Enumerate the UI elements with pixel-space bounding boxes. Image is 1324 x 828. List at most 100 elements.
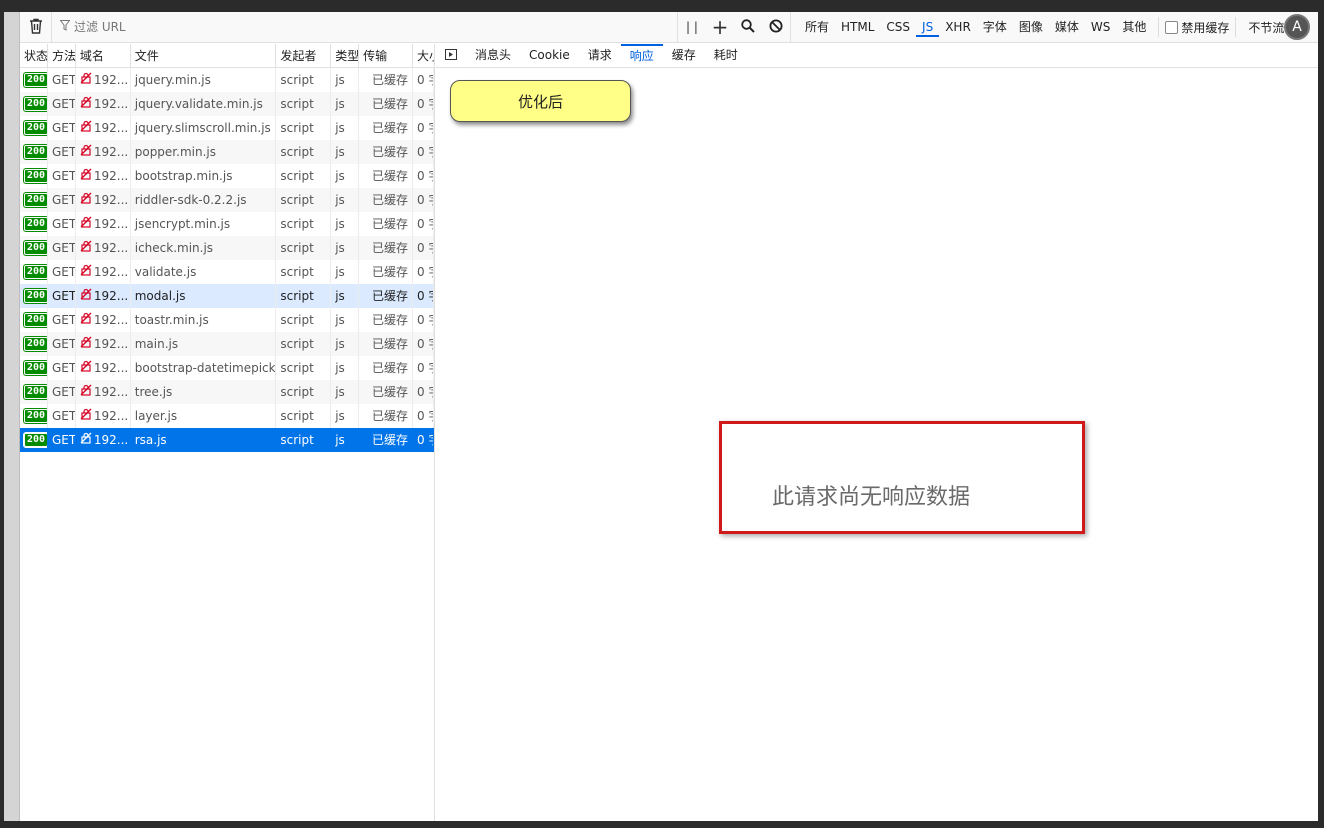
url-filter-input[interactable] [74,20,634,34]
method-cell: GET [48,164,76,188]
table-row[interactable]: 200 GET 192... jsencrypt.min.js script js 已缓存 0… [20,212,434,236]
file-cell: rsa.js [131,428,277,452]
table-row[interactable]: 200 GET 192... jquery.slimscroll.min.js scri… [20,116,434,140]
table-row[interactable]: 200GET 192...layer.jsscriptjs已缓存0 字节 [20,404,434,428]
detail-tab[interactable]: 响应 [620,44,663,67]
type-filter-button[interactable]: 字体 [977,17,1013,37]
detail-tab[interactable]: 耗时 [705,44,747,67]
block-button[interactable] [762,12,790,43]
transferred-cell: 已缓存 [359,188,414,212]
type-filter-button[interactable]: 图像 [1013,17,1049,37]
add-request-button[interactable]: + [706,12,734,43]
col-type[interactable]: 类型 [331,44,360,68]
col-initiator[interactable]: 发起者 [276,44,332,68]
table-row[interactable]: 200GET 192...modal.jsscriptjs已缓存0 字节 [20,284,434,308]
type-filter-button[interactable]: 媒体 [1049,17,1085,37]
type-cell: js [331,116,360,140]
detail-tab[interactable]: 消息头 [466,44,520,67]
method-cell: GET [48,356,76,380]
size-cell: 0 字节 [413,236,434,260]
type-filter-button[interactable]: 其他 [1116,17,1152,37]
transferred-cell: 已缓存 [359,308,414,332]
col-status[interactable]: 状态 [20,44,48,68]
file-cell: jquery.min.js [131,68,277,92]
transferred-cell: 已缓存 [359,380,414,404]
insecure-lock-icon [80,168,92,183]
network-toolbar: | | + 所有HTMLCSSJSXHR字体图像媒体WS其他 禁用缓存 不节流 … [20,11,1318,43]
table-row[interactable]: 200GET 192...validate.jsscriptjs已缓存0 字节 [20,260,434,284]
table-row[interactable]: 200GET 192...toastr.min.jsscriptjs已缓存0 字节 [20,308,434,332]
detail-tab[interactable]: 请求 [579,44,621,67]
table-row[interactable]: 200 GET 192... jquery.validate.min.js script… [20,92,434,116]
file-cell: bootstrap-datetimepicker.js [131,356,277,380]
table-row[interactable]: 200 GET 192... riddler-sdk-0.2.2.js script js… [20,188,434,212]
status-cell: 200 [20,92,48,116]
initiator-cell: script [276,332,332,356]
type-filter-button[interactable]: JS [916,17,940,37]
method-cell: GET [48,332,76,356]
domain-cell: 192... [76,284,131,308]
pause-button[interactable]: | | [678,12,706,43]
detail-tab[interactable]: Cookie [520,44,579,67]
size-cell: 0 字节 [413,284,434,308]
col-transferred[interactable]: 传输 [359,44,414,68]
transferred-cell: 已缓存 [359,332,414,356]
table-row[interactable]: 200GET 192...bootstrap-datetimepicker.jss… [20,356,434,380]
type-cell: js [331,212,360,236]
domain-cell: 192... [76,164,131,188]
status-cell: 200 [20,236,48,260]
col-size[interactable]: 大小 [413,44,434,68]
transferred-cell: 已缓存 [359,92,414,116]
size-cell: 0 字节 [413,260,434,284]
disable-cache-checkbox[interactable]: 禁用缓存 [1165,19,1229,36]
toggle-sidebar-button[interactable] [436,44,466,67]
avatar[interactable]: A [1284,14,1310,40]
status-badge: 200 [22,240,47,256]
empty-response-message: 此请求尚无响应数据 [772,485,971,510]
toolbar-separator [1158,17,1160,37]
table-row[interactable]: 200GET 192...rsa.jsscriptjs已缓存0 字节 [20,428,434,452]
status-cell: 200 [20,284,48,308]
avatar-letter: A [1292,19,1302,35]
domain-text: 192... [93,169,129,183]
table-row[interactable]: 200GET 192...popper.min.jsscriptjs已缓存0 字节 [20,140,434,164]
table-row[interactable]: 200GET 192...tree.jsscriptjs已缓存0 字节 [20,380,434,404]
method-cell: GET [48,308,76,332]
annotation-highlight-box: 此请求尚无响应数据 [719,421,1085,534]
insecure-lock-icon [80,216,92,231]
table-body: 200GET192...jquery.min.jsscriptjs已缓存0 字节… [20,68,434,452]
type-filter-button[interactable]: WS [1085,17,1116,37]
clear-button[interactable] [20,11,52,43]
type-cell: js [331,404,360,428]
initiator-cell: script [276,284,332,308]
table-row[interactable]: 200GET 192...main.jsscriptjs已缓存0 字节 [20,332,434,356]
status-cell: 200 [20,140,48,164]
request-list: 状态 方法 域名 文件 发起者 类型 传输 大小 200GET192...jqu… [20,44,435,821]
detail-tab[interactable]: 缓存 [663,44,705,67]
domain-text: 192... [93,289,129,303]
table-row[interactable]: 200GET 192...icheck.min.jsscriptjs已缓存0 字节 [20,236,434,260]
domain-text: 192... [93,97,129,111]
table-row[interactable]: 200GET 192...jquery.min.jsscriptjs已缓存0 字节 [20,68,434,92]
col-file[interactable]: 文件 [131,44,277,68]
type-filter-button[interactable]: 所有 [799,17,835,37]
initiator-cell: script [276,164,332,188]
type-filter-button[interactable]: CSS [880,17,916,37]
table-row[interactable]: 200 GET 192... bootstrap.min.js script js 已缓存 0… [20,164,434,188]
col-method[interactable]: 方法 [48,44,76,68]
status-badge: 200 [22,432,47,448]
type-filter-button[interactable]: HTML [835,17,880,37]
type-filter-button[interactable]: XHR [939,17,977,37]
insecure-lock-icon [80,408,92,423]
status-cell: 200 [20,68,48,92]
domain-cell: 192... [76,308,131,332]
insecure-lock-icon [80,192,92,207]
checkbox-box[interactable] [1165,20,1179,34]
type-cell: js [331,68,360,92]
size-cell: 0 字节 [413,188,434,212]
search-button[interactable] [734,12,762,43]
col-domain[interactable]: 域名 [76,44,131,68]
initiator-cell: script [276,188,332,212]
transferred-cell: 已缓存 [359,404,414,428]
status-badge: 200 [22,216,47,232]
